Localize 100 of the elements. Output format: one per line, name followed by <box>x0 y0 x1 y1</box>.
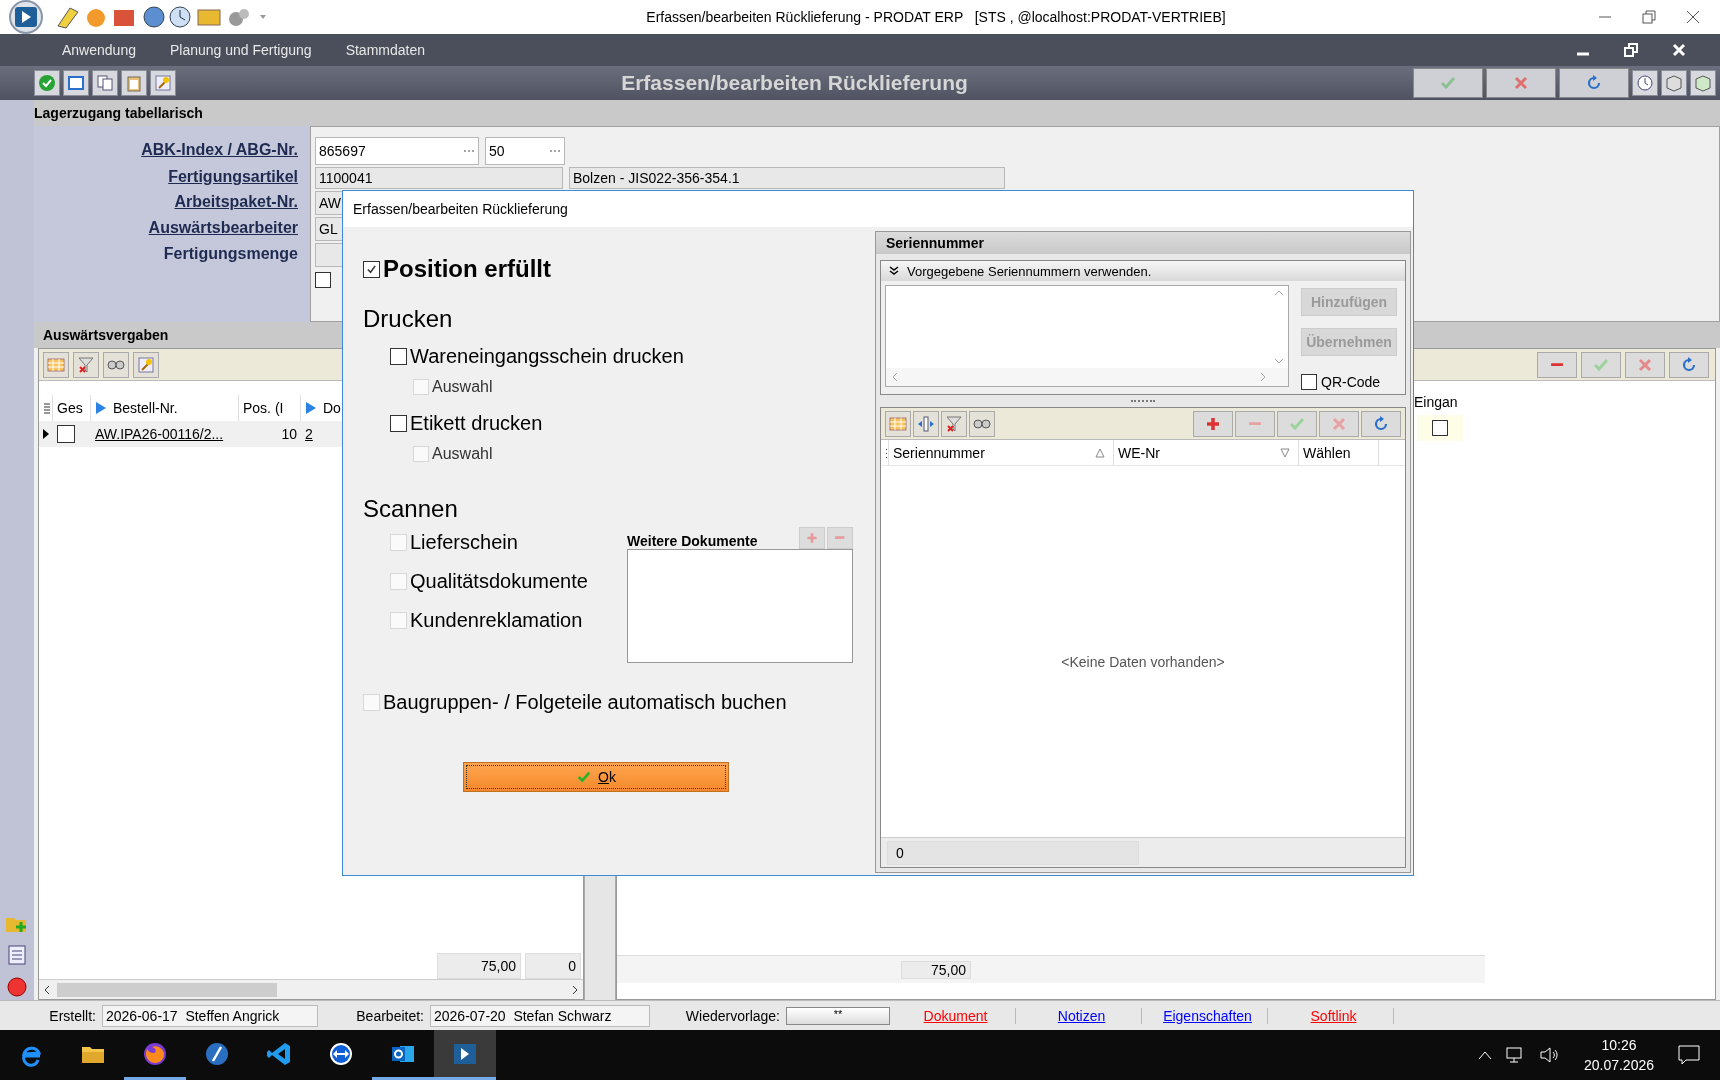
input-field[interactable]: 1100041 <box>315 167 563 189</box>
status-link[interactable]: Notizen <box>1022 1007 1142 1024</box>
serial-input[interactable] <box>885 285 1289 387</box>
document-icon[interactable] <box>6 944 28 966</box>
field-label[interactable]: Arbeitspaket-Nr. <box>174 190 298 214</box>
binoculars-icon <box>973 418 991 429</box>
field-label[interactable]: Fertigungsartikel <box>168 166 298 188</box>
scroll-right-icon[interactable] <box>571 984 579 995</box>
row-pointer-icon <box>43 429 49 439</box>
columns-button[interactable] <box>913 410 939 437</box>
refresh-button[interactable] <box>1361 410 1401 437</box>
checkbox-label: Qualitätsdokumente <box>410 570 588 593</box>
scroll-up-icon <box>1274 290 1284 296</box>
expander-bar[interactable]: Vorgegebene Seriennummern verwenden. <box>881 261 1405 281</box>
app-logo-icon[interactable] <box>6 0 46 34</box>
column-header[interactable]: Bestell-Nr. <box>113 400 178 416</box>
checkbox[interactable] <box>57 425 75 443</box>
checkbox[interactable] <box>390 348 407 365</box>
add-button[interactable] <box>1193 410 1233 437</box>
speaker-icon[interactable] <box>1539 1047 1560 1063</box>
filter-button[interactable] <box>941 410 967 437</box>
column-header[interactable]: WE-Nr <box>1118 444 1160 461</box>
field-label: Fertigungsmenge <box>163 244 298 264</box>
close-icon[interactable] <box>1686 10 1700 24</box>
clock-button[interactable] <box>1632 70 1658 96</box>
resize-grip[interactable] <box>1131 399 1155 403</box>
restore-icon[interactable] <box>1624 43 1638 57</box>
menu-item[interactable]: Stammdaten <box>345 42 425 58</box>
column-header[interactable]: Eingan <box>1414 394 1458 410</box>
scroll-left-icon[interactable] <box>43 984 51 995</box>
input-field[interactable]: 50 <box>485 137 565 165</box>
columns-icon <box>917 414 935 433</box>
check-circle-icon <box>38 74 56 92</box>
box-button[interactable] <box>1661 70 1687 96</box>
column-header[interactable]: Wählen <box>1303 444 1351 461</box>
checkbox[interactable] <box>315 272 331 288</box>
column-header[interactable]: Do <box>323 400 341 416</box>
magic-wand-icon <box>137 355 155 374</box>
minus-icon <box>835 536 845 540</box>
search-button[interactable] <box>103 351 129 378</box>
grid-button[interactable] <box>43 351 69 378</box>
window-title: Erfassen/bearbeiten Rücklieferung - PRODAT ERP [STS , @localhost:PRODAT-VERTRIEB] <box>645 9 1227 25</box>
grid-button[interactable] <box>885 410 911 437</box>
field-label[interactable]: ABK-Index / ABG-Nr. <box>141 136 298 164</box>
box-icon <box>1694 74 1712 92</box>
more-icon <box>549 148 561 154</box>
refresh-button[interactable] <box>1669 351 1709 378</box>
copy-button[interactable] <box>92 70 118 96</box>
input-field[interactable]: Bolzen - JIS022-356-354.1 <box>569 167 1005 189</box>
checkbox[interactable] <box>1432 420 1448 436</box>
documents-list[interactable] <box>627 549 853 663</box>
checkmark-icon <box>366 263 377 275</box>
remove-button[interactable] <box>1537 351 1577 378</box>
magic-button[interactable] <box>150 70 176 96</box>
clock[interactable]: 10:26 20.07.2026 <box>1583 1035 1654 1075</box>
menu-item[interactable]: Planung und Fertigung <box>169 42 312 58</box>
ok-button[interactable]: Ok <box>463 762 729 792</box>
minus-icon <box>1550 362 1563 367</box>
order-link[interactable]: AW.IPA26-00116/2... <box>95 426 224 442</box>
section-heading: Drucken <box>363 305 454 333</box>
column-header[interactable]: Ges <box>57 400 83 416</box>
checkbox[interactable] <box>363 260 380 278</box>
box-icon <box>1665 74 1683 92</box>
search-button[interactable] <box>969 410 995 437</box>
resubmit-button[interactable]: ** <box>786 1006 890 1025</box>
cancel-button[interactable] <box>1486 68 1556 98</box>
filter-button[interactable] <box>73 351 99 378</box>
scrollbar-thumb[interactable] <box>57 982 277 997</box>
total-cell: 75,00 <box>901 960 971 979</box>
refresh-button[interactable] <box>1559 68 1629 98</box>
scroll-right-icon <box>1260 372 1266 382</box>
confirm-button[interactable] <box>34 70 60 96</box>
magic-button[interactable] <box>133 351 159 378</box>
sort-arrow-icon <box>305 401 317 415</box>
checkbox[interactable] <box>390 415 407 432</box>
notification-icon[interactable] <box>1678 1045 1700 1065</box>
status-link[interactable]: Eigenschaften <box>1148 1007 1268 1024</box>
cancel-button[interactable] <box>1625 351 1665 378</box>
chevron-up-icon[interactable] <box>1477 1050 1492 1060</box>
column-header[interactable]: Seriennummer <box>893 444 985 461</box>
checkbox-label: Etikett drucken <box>410 412 543 435</box>
edited-field: 2026-07-20 Stefan Schwarz <box>430 1004 650 1027</box>
box-button[interactable] <box>1690 70 1716 96</box>
checkbox-label: Auswahl <box>432 378 493 396</box>
restore-icon[interactable] <box>1642 10 1656 24</box>
input-field[interactable]: 865697 <box>315 137 479 165</box>
checkbox-label: Wareneingangsschein drucken <box>410 345 684 368</box>
field-label[interactable]: Auswärtsbearbeiter <box>148 216 298 240</box>
record-icon[interactable] <box>6 976 28 998</box>
scroll-left-icon <box>892 372 898 382</box>
save-button[interactable] <box>1413 68 1483 98</box>
close-icon <box>1512 74 1530 92</box>
checkbox-label: Lieferschein <box>410 531 518 554</box>
column-header[interactable]: Pos. (I <box>243 400 284 416</box>
section-title: Lagerzugang tabellarisch <box>34 100 1720 126</box>
window-button[interactable] <box>63 70 89 96</box>
menu-item[interactable]: Anwendung <box>62 42 136 58</box>
checkbox[interactable] <box>1301 374 1317 390</box>
more-icon <box>463 148 475 154</box>
clipboard-button[interactable] <box>121 70 147 96</box>
